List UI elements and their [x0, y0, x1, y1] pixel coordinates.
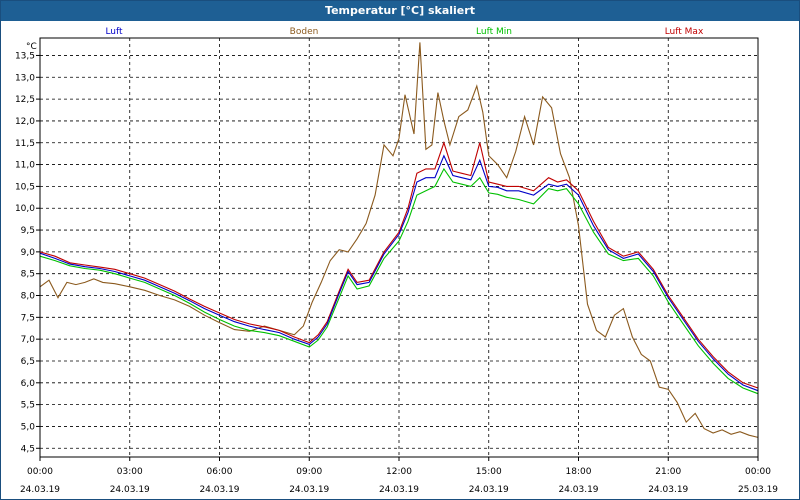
- y-tick-label: 6,0: [21, 379, 36, 389]
- x-tick-time-label: 00:00: [27, 467, 53, 477]
- y-tick-label: 11,0: [15, 161, 35, 171]
- x-axis-ticks: 00:00 24.03.19 03:00 24.03.19 06:00 24.03.19 0…: [20, 457, 778, 495]
- y-tick-label: 8,5: [21, 270, 35, 280]
- chart-window: Temperatur [°C] skaliert Luft Boden Luft M…: [0, 0, 800, 500]
- y-tick-label: 6,5: [21, 357, 35, 367]
- y-axis-ticks: 4,5 5,0 5,5 6,0 6,5 7,0 7,5 8,0 8,5 9,0 9,5 10,0 10,…: [15, 51, 40, 454]
- x-tick-time-label: 09:00: [296, 467, 322, 477]
- x-tick-date-label: 24.03.19: [558, 485, 598, 495]
- y-tick-label: 7,0: [21, 335, 36, 345]
- x-tick-date-label: 24.03.19: [648, 485, 688, 495]
- y-tick-label: 11,5: [15, 139, 35, 149]
- x-tick-date-label: 24.03.19: [199, 485, 239, 495]
- y-tick-label: 10,0: [15, 204, 35, 214]
- chart-canvas: Luft Boden Luft Min Luft Max °C 4,55,05,56,…: [15, 27, 778, 495]
- series-lines: [39, 42, 759, 438]
- y-tick-label: 9,5: [21, 226, 35, 236]
- window-title: Temperatur [°C] skaliert: [1, 1, 799, 21]
- y-tick-label: 7,5: [21, 313, 35, 323]
- legend: Luft Boden Luft Min Luft Max: [105, 27, 704, 37]
- x-tick-date-label: 24.03.19: [110, 485, 150, 495]
- y-tick-label: 5,5: [21, 401, 35, 411]
- x-tick-date-label: 24.03.19: [20, 485, 60, 495]
- y-tick-label: 5,0: [21, 422, 36, 432]
- x-tick-time-label: 21:00: [655, 467, 681, 477]
- x-tick-date-label: 24.03.19: [289, 485, 329, 495]
- y-tick-label: 10,5: [15, 182, 35, 192]
- legend-entry-luft: Luft: [105, 27, 123, 37]
- x-tick-date-label: 25.03.19: [738, 485, 778, 495]
- y-tick-label: 8,0: [21, 292, 36, 302]
- y-tick-label: 9,0: [21, 248, 36, 258]
- x-tick-time-label: 03:00: [117, 467, 143, 477]
- x-tick-date-label: 24.03.19: [379, 485, 419, 495]
- legend-entry-luft-max: Luft Max: [665, 27, 704, 37]
- x-tick-date-label: 24.03.19: [469, 485, 509, 495]
- y-tick-label: 12,0: [15, 117, 35, 127]
- legend-entry-luft-min: Luft Min: [476, 27, 512, 37]
- legend-entry-boden: Boden: [290, 27, 319, 37]
- x-tick-time-label: 06:00: [207, 467, 233, 477]
- grid: [40, 38, 758, 457]
- x-tick-time-label: 12:00: [386, 467, 412, 477]
- y-tick-label: 13,5: [15, 51, 35, 61]
- x-tick-time-label: 15:00: [476, 467, 502, 477]
- y-tick-label: 13,0: [15, 73, 35, 83]
- y-tick-label: 4,5: [21, 444, 35, 454]
- y-tick-label: 12,5: [15, 95, 35, 105]
- x-tick-time-label: 18:00: [566, 467, 592, 477]
- x-tick-time-label: 00:00: [745, 467, 771, 477]
